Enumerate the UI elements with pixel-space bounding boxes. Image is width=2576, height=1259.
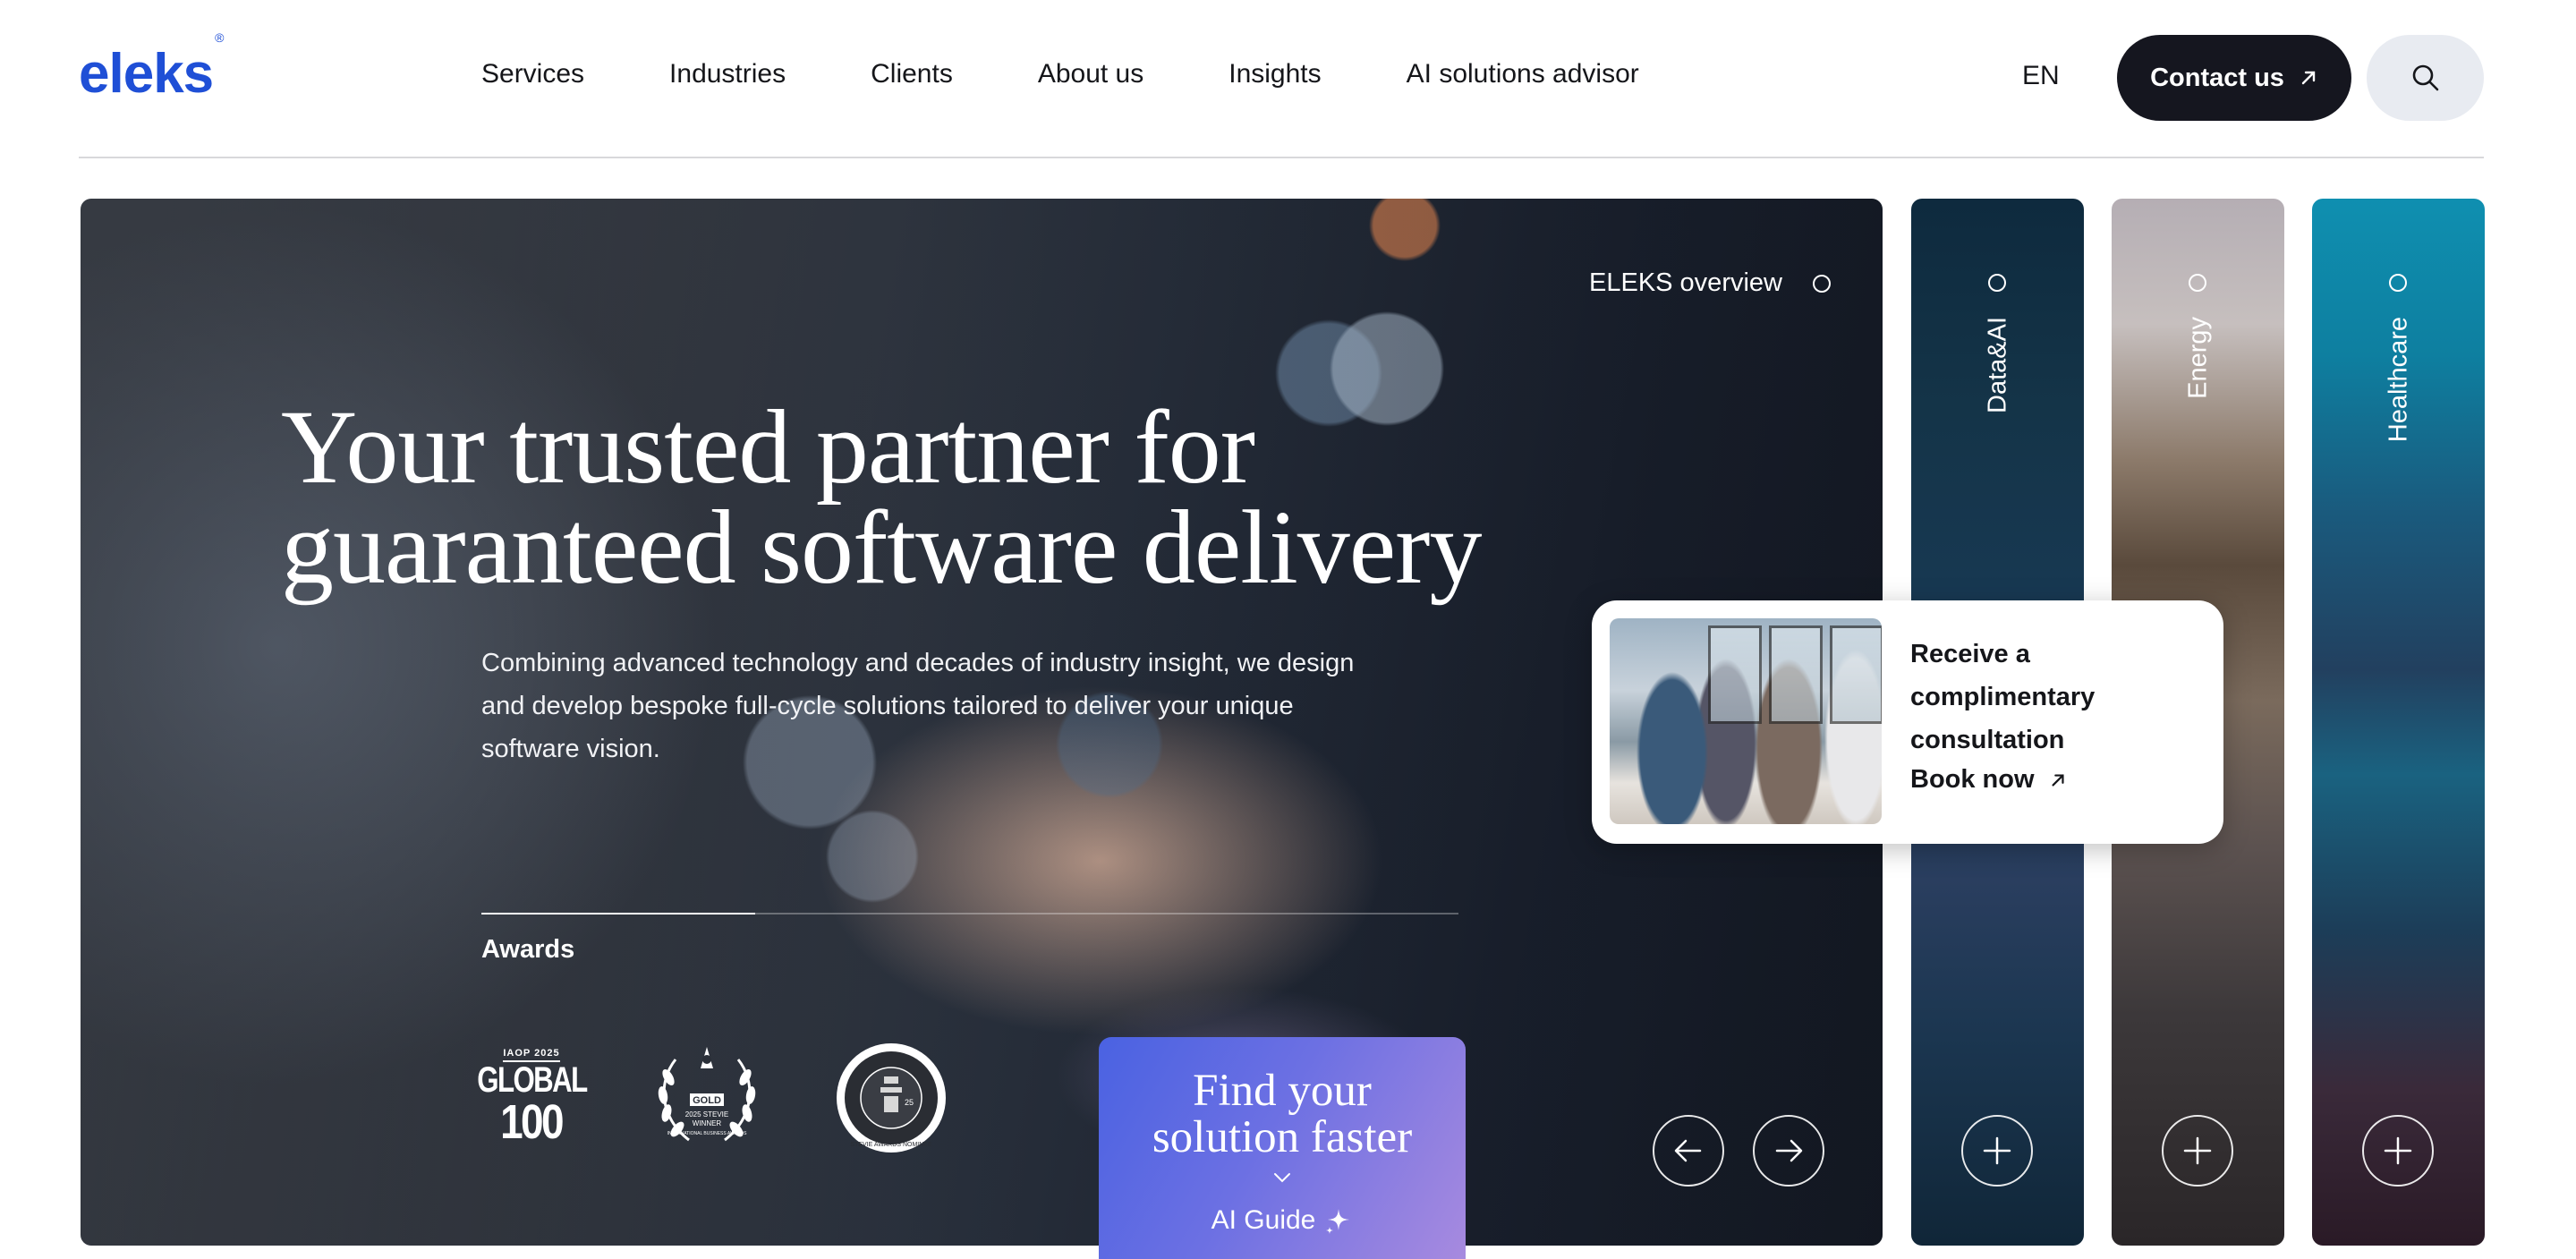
panel-indicator-icon [2389, 274, 2407, 292]
nav-industries[interactable]: Industries [669, 59, 786, 89]
award-global-text: GLOBAL [476, 1060, 588, 1100]
main-nav: Services Industries Clients About us Ins… [481, 59, 1724, 89]
award-100-text: 100 [500, 1095, 565, 1149]
iaop-global-100-award: IAOP 2025 GLOBAL 100 [477, 1042, 588, 1153]
ai-guide-button[interactable]: AI Guide [1099, 1205, 1466, 1236]
nav-services[interactable]: Services [481, 59, 584, 89]
expand-energy-button[interactable] [2162, 1115, 2233, 1187]
consultation-line-2: complimentary [1910, 683, 2096, 711]
nav-clients[interactable]: Clients [871, 59, 953, 89]
awards-label: Awards [481, 935, 575, 964]
registered-mark: ® [215, 30, 224, 46]
expand-data-ai-button[interactable] [1961, 1115, 2033, 1187]
panel-indicator-icon [2189, 274, 2206, 292]
arrow-up-right-icon [2052, 773, 2064, 787]
laurel-wreath-icon: GOLD 2025 STEVIE WINNER INTERNATIONAL BU… [658, 1047, 756, 1142]
industry-panel-healthcare[interactable]: Healthcare [2312, 199, 2485, 1246]
header-divider [79, 157, 2484, 158]
prev-slide-button[interactable] [1653, 1115, 1724, 1187]
panel-label-data-ai: Data&AI [1983, 317, 2011, 413]
award-stevie-year: 2025 STEVIE [685, 1110, 728, 1119]
hero-description: Combining advanced technology and decade… [481, 649, 1355, 763]
consultation-line-1: Receive a [1910, 640, 2030, 668]
expand-healthcare-button[interactable] [2362, 1115, 2434, 1187]
award-stevie-winner: WINNER [693, 1119, 722, 1127]
panel-indicator-icon [1988, 274, 2006, 292]
consultation-line-3: consultation [1910, 726, 2065, 754]
award-gold-badge: GOLD [693, 1095, 721, 1106]
award-stevie-category: INTERNATIONAL BUSINESS AWARDS [667, 1131, 747, 1136]
nav-insights[interactable]: Insights [1228, 59, 1321, 89]
plus-icon [1983, 1136, 2011, 1165]
search-icon [2412, 64, 2438, 91]
book-now-link[interactable]: Book now [1910, 765, 2067, 795]
ai-guide-title: Find your solution faster [1099, 1068, 1466, 1161]
arrow-up-right-icon [2301, 71, 2316, 85]
arrow-left-icon [1674, 1139, 1702, 1162]
award-seal-ring-text: STEVIE AWARDS NOMINEE [850, 1142, 932, 1148]
stevie-gold-award: GOLD 2025 STEVIE WINNER INTERNATIONAL BU… [649, 1042, 765, 1153]
ai-guide-label: AI Guide [1211, 1205, 1316, 1235]
search-button[interactable] [2367, 35, 2484, 121]
contact-us-button[interactable]: Contact us [2117, 35, 2351, 121]
logo-text: eleks [79, 43, 214, 105]
sparkle-icon [1326, 1209, 1350, 1234]
active-indicator-icon [1813, 274, 1831, 293]
award-seal-icon: STEVIE AWARDS NOMINEE 25 [837, 1042, 946, 1153]
contact-us-label: Contact us [2150, 63, 2284, 92]
nav-ai-solutions-advisor[interactable]: AI solutions advisor [1407, 59, 1639, 89]
hero-title: Your trusted partner for guaranteed soft… [281, 395, 1623, 600]
ai-guide-title-line-1: Find your [1193, 1066, 1372, 1116]
book-now-label: Book now [1910, 765, 2035, 794]
stevie-nominee-seal: STEVIE AWARDS NOMINEE 25 [834, 1042, 948, 1153]
next-slide-button[interactable] [1753, 1115, 1824, 1187]
overview-label: ELEKS overview [1589, 268, 1782, 297]
hero-title-line-2: guaranteed software delivery [281, 489, 1482, 606]
panel-label-healthcare: Healthcare [2384, 317, 2412, 443]
consultation-text: Receive a complimentary consultation [1910, 633, 2197, 761]
language-switcher[interactable]: EN [2022, 61, 2060, 91]
eleks-logo[interactable]: eleks® [79, 31, 225, 102]
ai-guide-title-line-2: solution faster [1152, 1112, 1413, 1162]
plus-icon [2183, 1136, 2212, 1165]
ai-guide-widget[interactable]: Find your solution faster AI Guide [1099, 1037, 1466, 1259]
plus-icon [2384, 1136, 2412, 1165]
award-seal-year: 25 [905, 1098, 914, 1107]
panel-label-energy: Energy [2183, 317, 2212, 399]
eleks-overview-tab[interactable]: ELEKS overview [1589, 268, 1831, 298]
nav-about-us[interactable]: About us [1038, 59, 1143, 89]
consultation-card[interactable]: Receive a complimentary consultation Boo… [1592, 600, 2223, 844]
team-meeting-photo [1610, 618, 1882, 824]
arrow-right-icon [1775, 1139, 1803, 1162]
chevron-down-icon [1274, 1173, 1290, 1183]
awards-divider [481, 913, 1458, 914]
